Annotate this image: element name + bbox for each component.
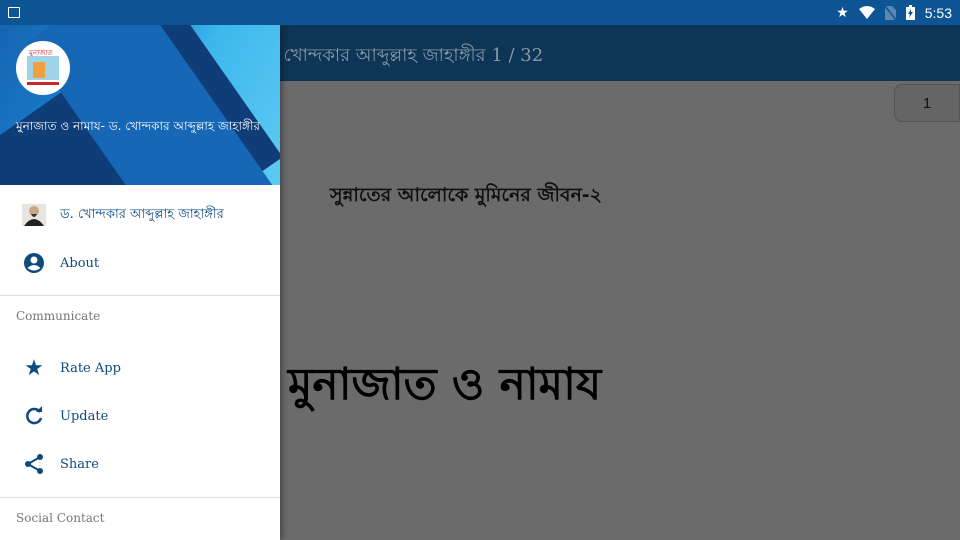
image-icon: [8, 7, 20, 18]
page-indicator: 1 / 32: [491, 45, 544, 66]
page-subtitle: সুন্নাতের আলোকে মুমিনের জীবন-২: [330, 184, 603, 206]
refresh-icon: [22, 404, 46, 428]
drawer-title: মুনাজাত ও নামায- ড. খোন্দকার আব্দুল্লাহ …: [16, 119, 260, 133]
no-sim-icon: [884, 5, 896, 20]
star-icon: ★: [24, 355, 44, 381]
wifi-icon: [858, 6, 875, 19]
drawer-item-share[interactable]: Share: [0, 440, 280, 488]
about-label: About: [60, 255, 100, 271]
update-label: Update: [60, 408, 109, 424]
drawer-item-rate-app[interactable]: ★ Rate App: [0, 344, 280, 392]
drawer-item-about[interactable]: About: [0, 239, 280, 287]
clock: 5:53: [924, 4, 952, 21]
share-label: Share: [60, 456, 99, 472]
account-circle-icon: [22, 251, 46, 275]
star-icon: ★: [836, 4, 849, 20]
drawer-header: মুনাজাত মুনাজাত ও নামায- ড. খোন্দকার আব্…: [0, 25, 280, 185]
rate-app-label: Rate App: [60, 360, 121, 376]
page-heading: মুনাজাত ও নামায: [288, 359, 602, 410]
author-label: ড. খোন্দকার আব্দুল্লাহ জাহাঙ্গীর: [60, 206, 224, 222]
drawer-item-update[interactable]: Update: [0, 392, 280, 440]
author-photo-icon: [22, 203, 46, 227]
share-icon: [22, 452, 46, 476]
drawer-item-author[interactable]: ড. খোন্দকার আব্দুল্লাহ জাহাঙ্গীর: [0, 191, 280, 239]
navigation-drawer: মুনাজাত মুনাজাত ও নামায- ড. খোন্দকার আব্…: [0, 25, 280, 540]
status-bar: ★ 5:53: [0, 0, 960, 25]
svg-text:মুনাজাত: মুনাজাত: [28, 49, 53, 57]
section-communicate: Communicate: [16, 309, 101, 323]
section-social-contact: Social Contact: [16, 511, 105, 525]
battery-charging-icon: [905, 5, 915, 20]
app-logo: মুনাজাত: [16, 41, 70, 95]
page-number-button[interactable]: 1: [894, 84, 960, 122]
